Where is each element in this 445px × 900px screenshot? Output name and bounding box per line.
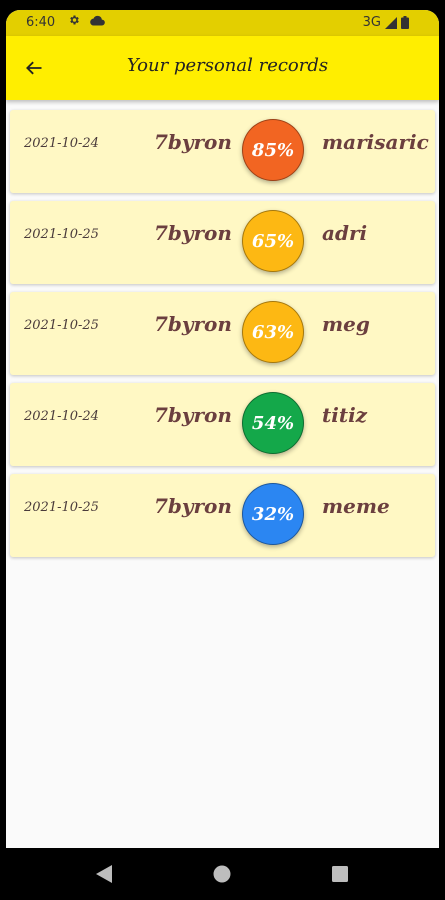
record-card[interactable]: 2021-10-24 7byron 85% marisaric [10, 110, 435, 193]
square-recents-icon [332, 866, 348, 882]
record-date: 2021-10-24 [24, 409, 99, 424]
system-nav-bar [0, 848, 445, 900]
record-date: 2021-10-25 [24, 227, 99, 242]
score-badge: 63% [242, 301, 304, 363]
record-card[interactable]: 2021-10-24 7byron 54% titiz [10, 383, 435, 466]
record-date: 2021-10-25 [24, 500, 99, 515]
score-value: 65% [251, 230, 295, 252]
phone-frame: 6:40 3G Your personal records 2021-10-24… [0, 0, 445, 900]
record-card[interactable]: 2021-10-25 7byron 32% meme [10, 474, 435, 557]
nav-back-button[interactable] [92, 862, 116, 886]
app-bar: Your personal records [6, 36, 439, 100]
record-card[interactable]: 2021-10-25 7byron 65% adri [10, 201, 435, 284]
score-badge: 65% [242, 210, 304, 272]
record-opponent: titiz [322, 403, 368, 427]
record-opponent: meg [322, 312, 370, 336]
record-user: 7byron [154, 494, 232, 518]
nav-recents-button[interactable] [328, 862, 352, 886]
record-opponent: marisaric [322, 130, 429, 154]
app-screen: 6:40 3G Your personal records 2021-10-24… [6, 10, 439, 848]
record-user: 7byron [154, 312, 232, 336]
record-date: 2021-10-25 [24, 318, 99, 333]
records-list: 2021-10-24 7byron 85% marisaric 2021-10-… [10, 110, 435, 565]
score-value: 63% [251, 321, 295, 343]
score-badge: 32% [242, 483, 304, 545]
cloud-icon [90, 15, 105, 26]
record-date: 2021-10-24 [24, 136, 99, 151]
status-bar: 6:40 3G [6, 10, 439, 36]
triangle-back-icon [96, 865, 112, 883]
status-time: 6:40 [26, 15, 56, 30]
score-badge: 85% [242, 119, 304, 181]
score-badge: 54% [242, 392, 304, 454]
score-value: 32% [251, 503, 295, 525]
nav-home-button[interactable] [210, 862, 234, 886]
status-system-icons: 3G [363, 15, 409, 30]
score-value: 85% [251, 139, 295, 161]
gear-icon [70, 15, 79, 25]
battery-icon [401, 16, 409, 29]
signal-icon [385, 16, 397, 29]
network-type: 3G [362, 15, 381, 30]
page-title: Your personal records [126, 55, 329, 76]
circle-home-icon [213, 865, 231, 883]
score-value: 54% [251, 412, 295, 434]
status-notification-icons [68, 14, 105, 26]
record-opponent: meme [322, 494, 390, 518]
record-user: 7byron [154, 403, 232, 427]
record-opponent: adri [322, 221, 368, 245]
record-card[interactable]: 2021-10-25 7byron 63% meg [10, 292, 435, 375]
record-user: 7byron [154, 221, 232, 245]
record-user: 7byron [154, 130, 232, 154]
